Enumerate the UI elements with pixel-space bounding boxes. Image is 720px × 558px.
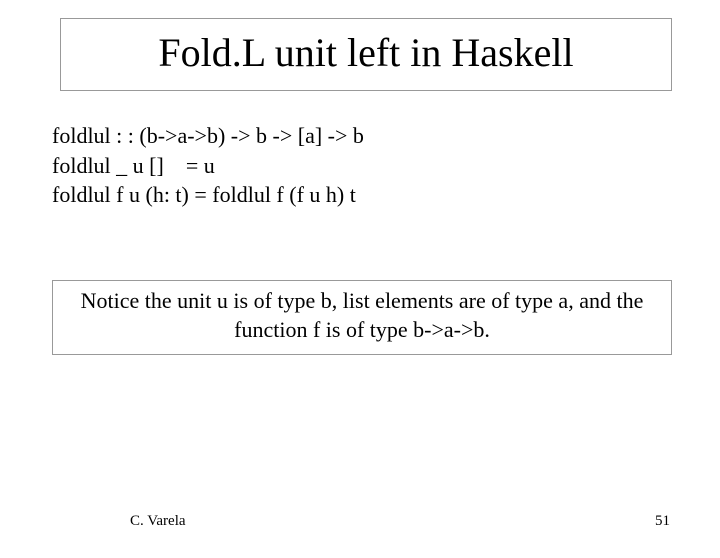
footer-page-number: 51 [655,513,670,530]
notice-text: Notice the unit u is of type b, list ele… [81,288,644,342]
notice-box: Notice the unit u is of type b, list ele… [52,280,672,355]
code-line-3: foldlul f u (h: t) = foldlul f (f u h) t [52,180,660,210]
footer-author: C. Varela [130,513,186,530]
code-line-1: foldlul : : (b->a->b) -> b -> [a] -> b [52,121,660,151]
code-line-2: foldlul _ u [] = u [52,151,660,181]
footer: C. Varela 51 [0,513,720,530]
title-box: Fold.L unit left in Haskell [60,18,672,91]
slide-title: Fold.L unit left in Haskell [81,29,651,76]
code-block: foldlul : : (b->a->b) -> b -> [a] -> b f… [52,121,660,210]
